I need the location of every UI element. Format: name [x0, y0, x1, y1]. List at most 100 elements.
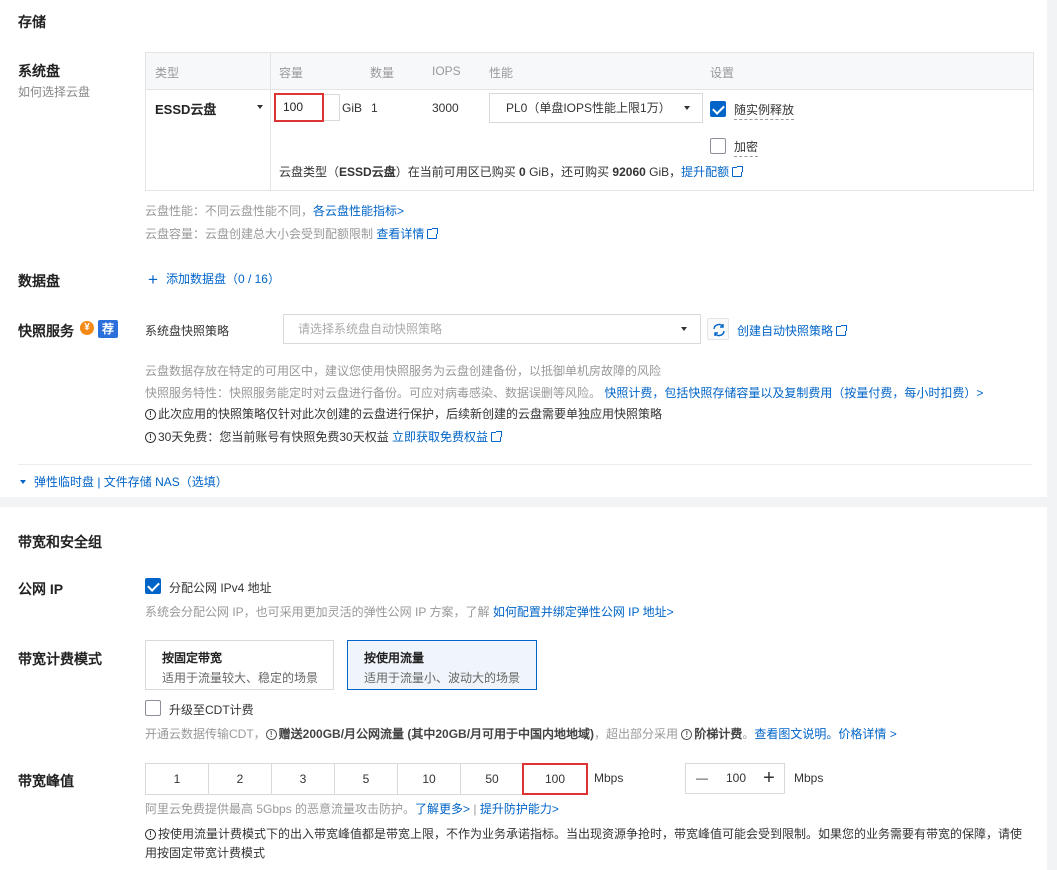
upgrade-cdt-label: 升级至CDT计费 — [169, 703, 254, 717]
public-ip-label: 公网 IP — [18, 581, 64, 597]
snapshot-policy-label: 系统盘快照策略 — [145, 324, 230, 338]
public-ip-note-text: 系统会分配公网 IP，也可采用更加灵活的弹性公网 IP 方案，了解 — [145, 605, 493, 619]
billing-option-fixed-desc: 适用于流量较大、稳定的场景 — [162, 671, 319, 685]
raise-quota-label: 提升配额 — [681, 165, 730, 179]
create-auto-snapshot-label: 创建自动快照策略 — [737, 324, 834, 338]
snapshot-note-4-text: 30天免费：您当前账号有快照免费30天权益 — [158, 430, 393, 444]
disk-count: 1 — [371, 101, 378, 115]
bandwidth-option-5[interactable]: 5 — [334, 763, 398, 795]
data-disk-label: 数据盘 — [18, 273, 60, 289]
col-header-settings: 设置 — [710, 66, 735, 80]
bandwidth-option-2[interactable]: 2 — [208, 763, 272, 795]
performance-select[interactable]: PL0（单盘IOPS性能上限1万） — [489, 93, 703, 123]
cdt-note: 开通云数据传输CDT，! 赠送200GB/月公网流量 (其中20GB/月可用于中国… — [145, 725, 897, 742]
system-disk-label: 系统盘 — [18, 63, 60, 79]
plus-icon: + — [148, 270, 158, 289]
bandwidth-option-10[interactable]: 10 — [397, 763, 461, 795]
ddos-note-text: 阿里云免费提供最高 5Gbps 的恶意流量攻击防护。 — [145, 802, 416, 816]
billing-option-fixed-title: 按固定带宽 — [162, 651, 223, 665]
bandwidth-option-100[interactable]: 100 — [522, 763, 588, 795]
view-details-label: 查看详情 — [376, 227, 425, 241]
col-header-type: 类型 — [155, 66, 180, 80]
billing-mode-label: 带宽计费模式 — [18, 651, 102, 667]
caret-down-icon — [20, 480, 26, 484]
ddos-separator: | — [470, 802, 480, 816]
col-header-iops: IOPS — [432, 64, 461, 78]
add-data-disk-button[interactable]: + 添加数据盘（0 / 16） — [148, 268, 280, 289]
bandwidth-warning-line-1: ! 按使用流量计费模式下的出入带宽峰值都是带宽上限，不作为业务承诺指标。当出现资源… — [145, 825, 1022, 842]
cdt-note-mid: ，超出部分采用 — [594, 727, 682, 741]
get-free-rights-label: 立即获取免费权益 — [392, 430, 489, 444]
improve-protection-link[interactable]: 提升防护能力> — [480, 802, 559, 816]
upgrade-cdt-checkbox[interactable] — [145, 700, 161, 716]
snapshot-note-2-text: 快照服务特性：快照服务能定时对云盘进行备份。可应对病毒感染、数据误删等风险。 — [145, 386, 602, 400]
get-free-rights-link[interactable]: 立即获取免费权益 — [392, 430, 503, 444]
release-with-instance-checkbox[interactable] — [710, 101, 726, 117]
info-icon: ! — [681, 729, 693, 740]
recommend-badge: 荐 — [98, 320, 118, 338]
storage-section-title: 存储 — [18, 14, 46, 30]
snapshot-billing-link[interactable]: 快照计费，包括快照存储容量以及复制费用（按量付费，每小时扣费）> — [604, 386, 983, 400]
how-to-choose-disk-link[interactable]: 如何选择云盘 — [18, 83, 90, 100]
capacity-input[interactable]: 100 — [274, 93, 324, 122]
quota-text-mid3: GiB， — [645, 165, 682, 179]
cdt-docs-link[interactable]: 查看图文说明。价格详情 > — [754, 727, 896, 741]
bind-eip-link[interactable]: 如何配置并绑定弹性公网 IP 地址> — [493, 605, 674, 619]
quota-text: 云盘类型（ESSD云盘）在当前可用区已购买 0 GiB，还可购买 92060 G… — [279, 163, 744, 180]
snapshot-policy-select[interactable]: 请选择系统盘自动快照策略 — [283, 314, 701, 344]
fee-badge-icon: ¥ — [80, 321, 94, 335]
snapshot-note-2: 快照服务特性：快照服务能定时对云盘进行备份。可应对病毒感染、数据误删等风险。 快… — [145, 384, 983, 401]
table-divider — [270, 53, 271, 190]
expand-optional-storage[interactable]: 弹性临时盘 | 文件存储 NAS（选填） — [20, 473, 228, 490]
disk-type-chevron-down-icon — [257, 105, 263, 109]
stepper-value-input[interactable]: 100 — [718, 764, 754, 793]
disk-type-select[interactable]: ESSD云盘 — [155, 99, 216, 118]
cdt-free-traffic: 赠送200GB/月公网流量 (其中20GB/月可用于中国内地地域) — [278, 727, 595, 741]
create-auto-snapshot-link[interactable]: 创建自动快照策略 — [737, 322, 848, 339]
stepper-unit: Mbps — [794, 771, 824, 785]
bandwidth-unit: Mbps — [594, 771, 624, 785]
disk-capacity-note: 云盘容量：云盘创建总大小会受到配额限制 查看详情 — [145, 225, 439, 242]
col-header-count: 数量 — [370, 66, 395, 80]
billing-option-fixed[interactable]: 按固定带宽 适用于流量较大、稳定的场景 — [145, 640, 334, 690]
quota-text-mid2: GiB，还可购买 — [525, 165, 613, 179]
quota-bought: 0 — [519, 165, 526, 179]
assign-public-ipv4-label: 分配公网 IPv4 地址 — [169, 581, 272, 595]
billing-option-traffic[interactable]: 按使用流量 适用于流量小、波动大的场景 — [347, 640, 537, 690]
bandwidth-option-3[interactable]: 3 — [271, 763, 335, 795]
learn-more-link[interactable]: 了解更多> — [415, 802, 470, 816]
view-details-link[interactable]: 查看详情 — [376, 227, 439, 241]
snapshot-note-1: 云盘数据存放在特定的可用区中，建议您使用快照服务为云盘创建备份，以抵御单机房故障… — [145, 364, 662, 378]
disk-perf-note-text: 云盘性能：不同云盘性能不同， — [145, 204, 314, 218]
bandwidth-option-50[interactable]: 50 — [460, 763, 524, 795]
disk-perf-note: 云盘性能：不同云盘性能不同，各云盘性能指标> — [145, 202, 404, 219]
info-icon: ! — [145, 409, 156, 420]
snapshot-policy-placeholder: 请选择系统盘自动快照策略 — [298, 322, 443, 336]
snapshot-note-3-text: 此次应用的快照策略仅针对此次创建的云盘进行保护，后续新创建的云盘需要单独应用快照… — [158, 407, 663, 421]
disk-type-value: ESSD云盘 — [155, 102, 217, 117]
encrypt-label: 加密 — [734, 138, 759, 157]
storage-panel: 存储 系统盘 如何选择云盘 类型 容量 数量 IOPS 性能 设置 ESSD云盘… — [0, 0, 1047, 497]
encrypt-checkbox[interactable] — [710, 138, 726, 154]
disk-perf-metrics-link[interactable]: 各云盘性能指标> — [313, 204, 404, 218]
external-link-icon — [836, 325, 848, 336]
info-icon: ! — [265, 729, 277, 740]
bandwidth-warning-text-1: 按使用流量计费模式下的出入带宽峰值都是带宽上限，不作为业务承诺指标。当出现资源争… — [158, 827, 1023, 841]
performance-chevron-down-icon — [684, 106, 690, 110]
bandwidth-option-1[interactable]: 1 — [145, 763, 209, 795]
refresh-button[interactable] — [707, 318, 729, 340]
performance-value: PL0（单盘IOPS性能上限1万） — [506, 101, 671, 115]
assign-public-ipv4-checkbox[interactable] — [145, 578, 161, 594]
stepper-minus-button[interactable]: — — [686, 764, 718, 793]
external-link-icon — [427, 228, 439, 239]
ddos-note: 阿里云免费提供最高 5Gbps 的恶意流量攻击防护。了解更多> | 提升防护能力… — [145, 800, 559, 817]
disk-iops: 3000 — [432, 101, 459, 115]
billing-option-traffic-desc: 适用于流量小、波动大的场景 — [364, 671, 521, 685]
raise-quota-link[interactable]: 提升配额 — [681, 165, 744, 179]
release-with-instance-label: 随实例释放 — [734, 101, 795, 120]
expand-optional-storage-label: 弹性临时盘 | 文件存储 NAS（选填） — [34, 475, 228, 489]
snapshot-note-3: ! 此次应用的快照策略仅针对此次创建的云盘进行保护，后续新创建的云盘需要单独应用快… — [145, 405, 662, 422]
external-link-icon — [491, 431, 503, 442]
billing-option-traffic-title: 按使用流量 — [364, 651, 425, 665]
stepper-plus-button[interactable]: + — [754, 764, 784, 793]
